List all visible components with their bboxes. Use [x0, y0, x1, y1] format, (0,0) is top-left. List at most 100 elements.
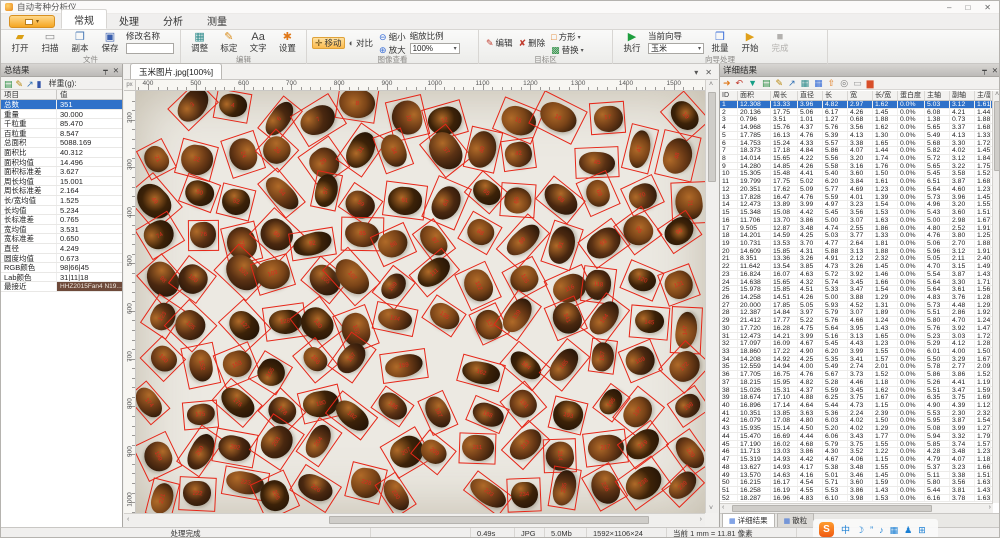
sogou-logo-icon[interactable]: S — [819, 522, 834, 537]
column-header[interactable]: 周长 — [771, 91, 798, 100]
detection-box[interactable]: 155 — [248, 350, 294, 396]
column-header[interactable]: 主轴 — [925, 91, 950, 100]
table-row[interactable]: 5218.28716.964.836.103.981.530.0%6.163.7… — [720, 495, 993, 503]
vertical-scrollbar[interactable]: ˄ ˅ — [705, 80, 718, 513]
detection-box[interactable]: 76 — [188, 220, 220, 251]
zoom-ratio-select[interactable]: 100%▾ — [410, 43, 460, 54]
filter-icon[interactable]: ▼ — [748, 77, 757, 89]
excel-icon[interactable]: ▤ — [4, 79, 13, 89]
table-row[interactable]: 1814.20114.594.255.033.771.330.0%4.763.8… — [720, 232, 993, 240]
table-row[interactable]: 4611.71313.033.864.303.521.220.0%4.283.4… — [720, 448, 993, 456]
detection-box[interactable]: 185 — [371, 385, 415, 427]
table-row[interactable]: 4913.57014.634.165.013.461.450.0%5.113.3… — [720, 472, 993, 480]
summary-row[interactable]: 长/宽均值1.525 — [1, 196, 122, 206]
finish-button[interactable]: ■完成 — [766, 31, 794, 53]
table-row[interactable]: 1910.73113.533.704.772.641.810.0%5.062.7… — [720, 240, 993, 248]
detection-box[interactable]: 162 — [456, 353, 506, 392]
column-header[interactable]: 宽 — [848, 91, 873, 100]
detection-box[interactable]: 221 — [144, 477, 180, 513]
chinese-mode-icon[interactable]: 中 — [841, 525, 850, 535]
summary-row[interactable]: 宽均值3.531 — [1, 225, 122, 235]
chart-icon[interactable]: ▆ — [867, 77, 874, 89]
scroll-up-icon[interactable]: ˄ — [709, 81, 713, 88]
adjust-button[interactable]: ▦调整 — [186, 31, 213, 53]
table-row[interactable]: 218.35113.363.264.912.122.320.0%5.052.11… — [720, 255, 993, 263]
detection-box[interactable]: 198 — [666, 385, 705, 428]
summary-row[interactable]: 千粒重85.470 — [1, 119, 122, 129]
tab-scattered[interactable]: ▦散粒 — [777, 513, 815, 527]
summary-row[interactable]: 直径4.249 — [1, 244, 122, 254]
detection-box[interactable]: 165 — [539, 338, 590, 392]
detection-box[interactable]: 82 — [288, 226, 337, 261]
close-icon[interactable]: ✕ — [992, 64, 998, 77]
table-row[interactable]: 4715.31914.934.424.674.061.150.0%4.794.0… — [720, 456, 993, 464]
detection-box[interactable]: 21 — [136, 138, 177, 181]
table-row[interactable]: 1611.70613.703.865.003.071.630.0%5.002.9… — [720, 217, 993, 225]
scrollbar-thumb[interactable] — [329, 516, 649, 524]
table-row[interactable]: 179.50512.873.484.742.551.860.0%4.802.52… — [720, 225, 993, 233]
table-row[interactable]: 3918.67417.104.886.253.751.670.0%6.353.7… — [720, 394, 993, 402]
detection-box[interactable]: 167 — [587, 338, 618, 375]
table-row[interactable]: 2614.25814.514.265.003.881.290.0%4.833.7… — [720, 294, 993, 302]
printer-icon[interactable]: ▦ — [801, 77, 810, 89]
detection-box[interactable]: 135 — [421, 294, 467, 337]
detection-box[interactable]: 100 — [168, 255, 217, 304]
calibrate-button[interactable]: ✎标定 — [215, 31, 242, 53]
table-row[interactable]: 814.01415.654.225.563.201.740.0%5.723.12… — [720, 155, 993, 163]
detection-box[interactable]: 54 — [257, 168, 306, 219]
column-header[interactable]: 直径 — [798, 91, 823, 100]
detection-box[interactable]: 187 — [417, 390, 458, 436]
horizontal-scrollbar[interactable]: ‹ › — [124, 513, 705, 526]
pin-icon[interactable]: ┯ — [982, 64, 987, 77]
detection-box[interactable]: 8 — [334, 91, 379, 124]
detection-box[interactable]: 199 — [136, 431, 182, 482]
execute-button[interactable]: ▶执行 — [618, 31, 646, 53]
column-header[interactable]: 面积 — [738, 91, 771, 100]
table-row[interactable]: 614.75315.244.335.573.381.650.0%5.683.30… — [720, 140, 993, 148]
edit-icon[interactable]: ✎ — [776, 77, 784, 89]
scrollbar-thumb[interactable] — [994, 101, 1000, 171]
scrollbar-thumb[interactable] — [708, 92, 716, 182]
table-row[interactable]: 1317.82816.474.765.594.011.390.0%5.733.9… — [720, 194, 993, 202]
zoom-out-button[interactable]: ⊖缩小 — [377, 31, 408, 43]
table-row[interactable]: 517.78516.134.765.394.131.300.0%5.494.13… — [720, 132, 993, 140]
tab-detail-results[interactable]: ▦详细结果 — [722, 513, 775, 527]
export-icon[interactable]: ↗ — [788, 77, 796, 89]
scroll-down-icon[interactable]: ˅ — [709, 505, 713, 512]
detection-box[interactable]: 176 — [212, 378, 263, 428]
detection-box[interactable]: 48 — [654, 129, 701, 182]
app-menu-button[interactable]: ▾ — [9, 15, 55, 28]
detection-box[interactable]: 234 — [507, 477, 543, 513]
move-tool-button[interactable]: ✛移动 — [312, 37, 345, 49]
export-icon[interactable]: ↗ — [26, 79, 34, 89]
run-arrow-icon[interactable]: ➜ — [723, 77, 731, 89]
table-row[interactable]: 2720.00017.855.055.934.521.310.0%5.734.4… — [720, 302, 993, 310]
tab-general[interactable]: 常规 — [61, 9, 107, 29]
scroll-left-icon[interactable]: ‹ — [722, 504, 724, 511]
copy-button[interactable]: ❐副本 — [66, 31, 94, 53]
table-row[interactable]: 112.30813.333.964.822.971.620.0%5.033.12… — [720, 101, 993, 109]
target-edit-button[interactable]: ✎编辑 — [484, 37, 515, 49]
table-row[interactable]: 1515.34815.084.425.453.561.530.0%5.433.6… — [720, 209, 993, 217]
rect-icon[interactable]: ▭ — [853, 77, 862, 89]
detection-box[interactable]: 16 — [528, 91, 587, 145]
column-header[interactable]: 主/副 — [975, 91, 991, 100]
detection-box[interactable]: 145 — [628, 304, 669, 340]
quote-icon[interactable]: ” — [870, 525, 873, 535]
table-row[interactable]: 3718.21515.954.825.284.461.180.0%5.264.4… — [720, 379, 993, 387]
tab-analysis[interactable]: 分析 — [151, 11, 195, 29]
table-row[interactable]: 4813.62714.934.175.383.481.550.0%5.373.2… — [720, 464, 993, 472]
summary-row[interactable]: 总面积5088.169 — [1, 138, 122, 148]
detection-box[interactable]: 150 — [140, 336, 187, 383]
detection-box[interactable]: 42 — [500, 137, 537, 172]
table-row[interactable]: 3217.09716.094.675.454.431.230.0%5.294.1… — [720, 340, 993, 348]
document-tab[interactable]: 玉米图片.jpg[100%] — [130, 63, 222, 79]
square-shape-button[interactable]: □方形▾ — [549, 31, 586, 43]
table-row[interactable]: 4315.93515.144.505.204.021.290.0%5.083.9… — [720, 425, 993, 433]
moon-icon[interactable]: ☽ — [856, 525, 864, 535]
detection-box[interactable]: 52 — [215, 182, 256, 221]
close-icon[interactable]: ✕ — [113, 64, 119, 77]
table-row[interactable]: 414.96815.764.375.763.561.620.0%5.653.37… — [720, 124, 993, 132]
grid-icon[interactable]: ⊞ — [918, 525, 926, 535]
summary-row[interactable]: 面积标准差3.627 — [1, 167, 122, 177]
